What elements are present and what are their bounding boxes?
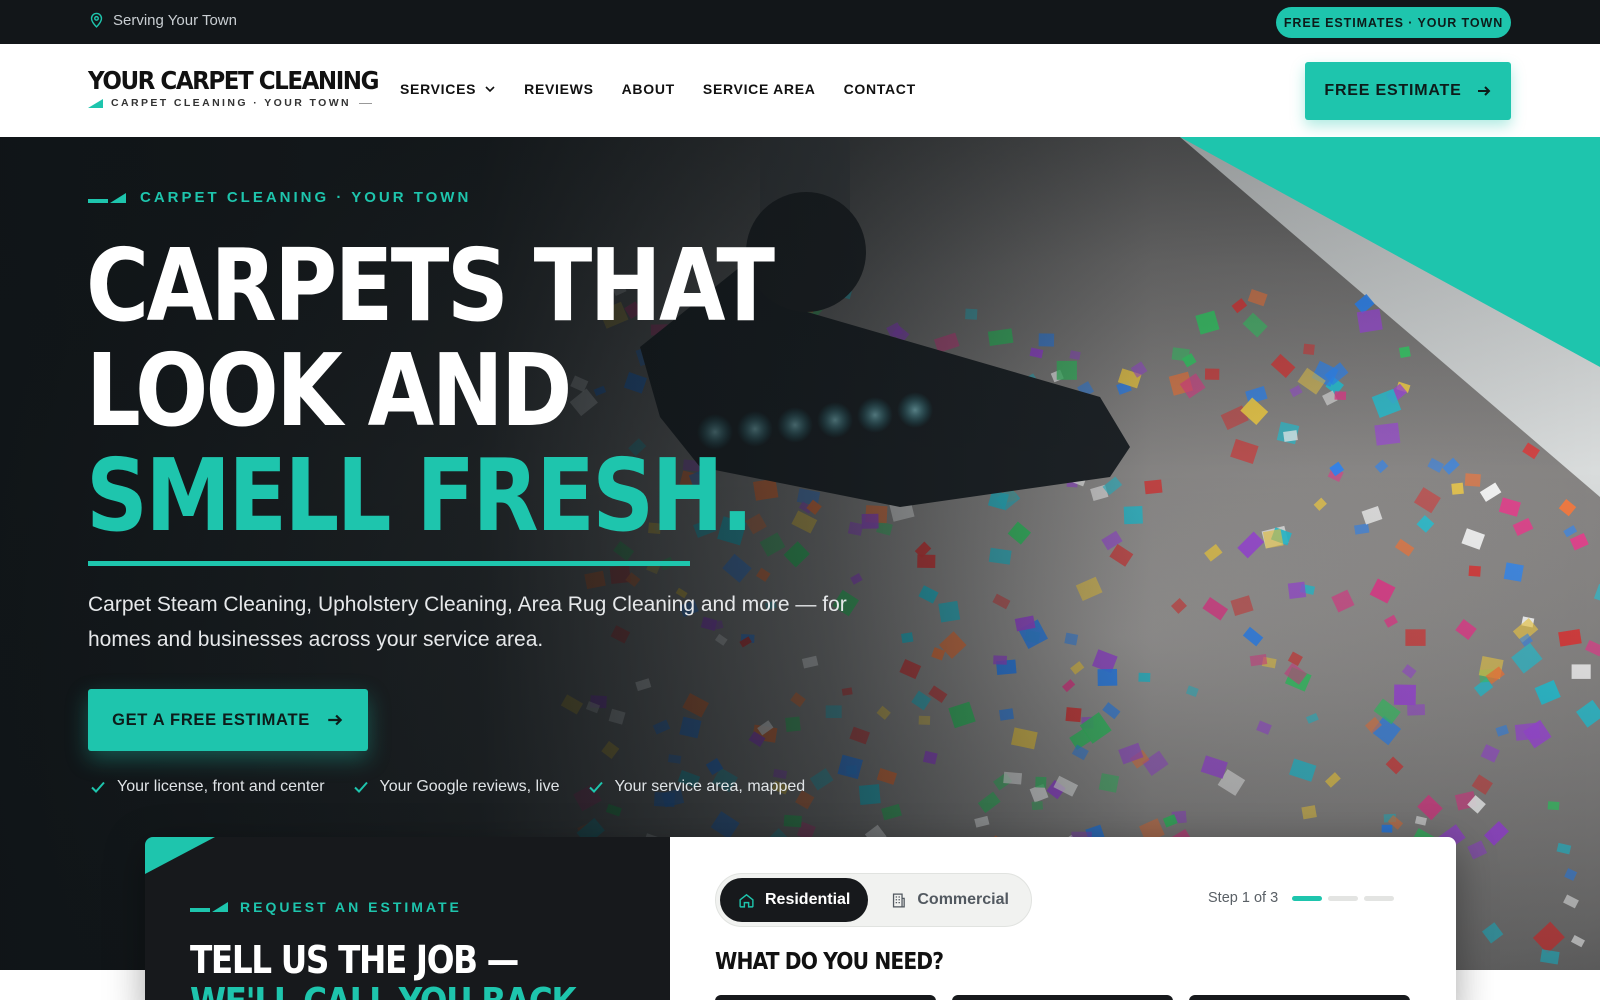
service-option-card[interactable] (715, 995, 936, 1000)
trust-check-item: Your Google reviews, live (353, 778, 560, 796)
checkmark-icon (91, 781, 105, 793)
hero-headline-line1: CARPETS THAT (86, 227, 775, 344)
tab-commercial-label: Commercial (917, 891, 1009, 908)
chevron-down-icon (485, 86, 495, 93)
tab-residential[interactable]: Residential (720, 878, 869, 922)
top-bar: Serving Your Town FREE ESTIMATES · YOUR … (0, 0, 1600, 44)
hero-headline: CARPETS THAT LOOK AND SMELL FRESH. (86, 233, 775, 548)
logo-triangle-icon (88, 98, 103, 108)
form-question: WHAT DO YOU NEED? (715, 949, 944, 975)
checkmark-icon (353, 781, 368, 793)
home-icon (739, 893, 754, 908)
nav-services-label: SERVICES (400, 81, 477, 97)
hero-corner-accent (1180, 137, 1600, 367)
trust-check-text: Your Google reviews, live (379, 778, 560, 795)
headline-underline (88, 561, 690, 566)
logo-wordmark: YOUR CARPET CLEANING (88, 66, 379, 95)
eyebrow-accent-icon (190, 902, 228, 912)
logo-tagline-text: CARPET CLEANING · YOUR TOWN (111, 97, 351, 109)
estimate-form: Residential Commercial Step 1 of 3 WHAT … (670, 837, 1456, 1000)
get-free-estimate-button[interactable]: GET A FREE ESTIMATE (88, 689, 368, 751)
free-estimate-button[interactable]: FREE ESTIMATE (1305, 62, 1511, 120)
map-pin-icon (90, 12, 103, 28)
free-estimate-button-label: FREE ESTIMATE (1324, 82, 1462, 99)
estimate-title-line1: TELL US THE JOB — (190, 938, 519, 982)
get-free-estimate-label: GET A FREE ESTIMATE (112, 710, 310, 729)
nav-service-area[interactable]: SERVICE AREA (703, 81, 816, 97)
step-indicator: Step 1 of 3 (1208, 890, 1395, 906)
trust-check-text: Your service area, mapped (614, 778, 806, 795)
logo-tagline: CARPET CLEANING · YOUR TOWN (88, 97, 403, 109)
checkmark-icon (588, 781, 603, 793)
main-nav: SERVICES REVIEWS ABOUT SERVICE AREA CONT… (400, 81, 916, 97)
tab-commercial[interactable]: Commercial (872, 878, 1027, 922)
hero-eyebrow: CARPET CLEANING · YOUR TOWN (88, 189, 471, 206)
customer-type-toggle: Residential Commercial (715, 873, 1032, 927)
step-bar (1292, 895, 1323, 901)
service-option-card[interactable] (952, 995, 1173, 1000)
estimate-card-intro: REQUEST AN ESTIMATE TELL US THE JOB — WE… (145, 837, 670, 1000)
nav-contact[interactable]: CONTACT (844, 81, 916, 97)
arrow-right-icon (328, 714, 343, 726)
estimate-title-line2: WE'LL CALL YOU BACK (190, 980, 577, 1000)
hero-headline-line2: LOOK AND (86, 332, 572, 449)
arrow-right-icon (1477, 86, 1491, 96)
trust-check-item: Your license, front and center (90, 778, 325, 796)
service-location: Serving Your Town (88, 12, 237, 29)
site-header: YOUR CARPET CLEANING CARPET CLEANING · Y… (0, 44, 1600, 137)
card-corner-accent (145, 837, 215, 874)
estimate-card: REQUEST AN ESTIMATE TELL US THE JOB — WE… (145, 837, 1456, 1000)
logo[interactable]: YOUR CARPET CLEANING CARPET CLEANING · Y… (88, 66, 403, 109)
service-location-text: Serving Your Town (113, 12, 237, 29)
step-progress (1292, 895, 1395, 901)
step-bar (1364, 895, 1395, 901)
step-indicator-text: Step 1 of 3 (1208, 890, 1279, 906)
trust-check-text: Your license, front and center (117, 778, 325, 795)
step-bar (1328, 895, 1359, 901)
estimate-eyebrow-text: REQUEST AN ESTIMATE (240, 899, 462, 915)
hero-headline-accent: SMELL FRESH. (86, 437, 754, 554)
trust-checks: Your license, front and center Your Goog… (90, 778, 805, 796)
free-estimates-pill[interactable]: FREE ESTIMATES · YOUR TOWN (1276, 7, 1511, 38)
eyebrow-accent-icon (88, 192, 126, 203)
service-option-card[interactable] (1189, 995, 1410, 1000)
hero-eyebrow-text: CARPET CLEANING · YOUR TOWN (140, 189, 472, 206)
estimate-card-title: TELL US THE JOB — WE'LL CALL YOU BACK (190, 938, 577, 1000)
trust-check-item: Your service area, mapped (588, 778, 806, 796)
nav-about[interactable]: ABOUT (622, 81, 675, 97)
nav-services[interactable]: SERVICES (400, 81, 496, 97)
building-icon (893, 892, 906, 908)
estimate-eyebrow: REQUEST AN ESTIMATE (190, 899, 462, 915)
hero-lede: Carpet Steam Cleaning, Upholstery Cleani… (88, 593, 847, 651)
nav-reviews[interactable]: REVIEWS (524, 81, 593, 97)
logo-dash (359, 102, 372, 104)
tab-residential-label: Residential (765, 891, 851, 908)
